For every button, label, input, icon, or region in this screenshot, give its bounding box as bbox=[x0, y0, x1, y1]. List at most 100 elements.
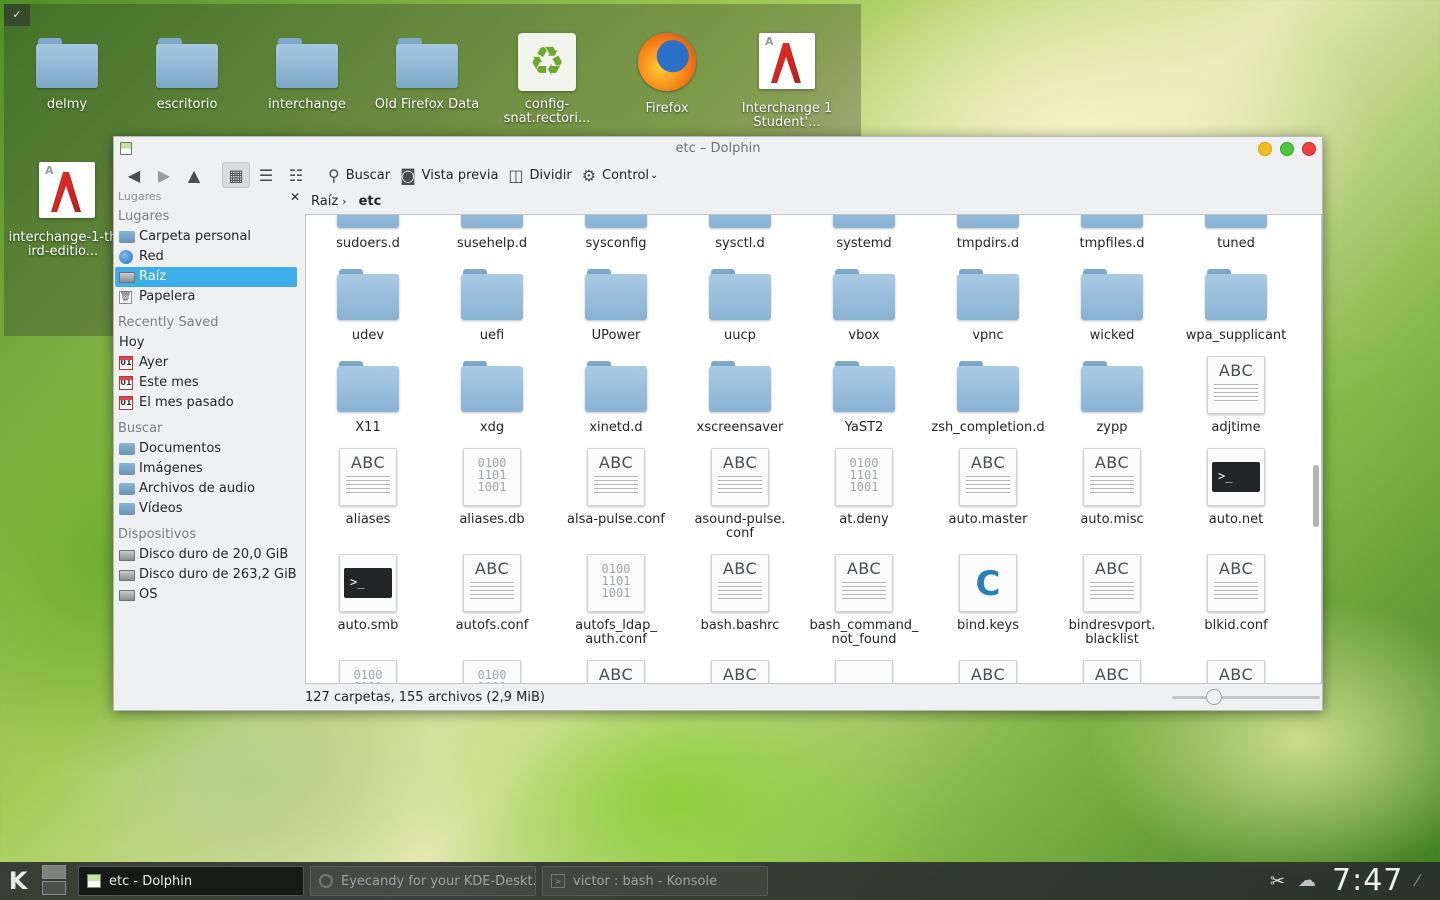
file-item[interactable]: Cbind.keys bbox=[926, 551, 1050, 657]
file-item[interactable]: 010011011001 bbox=[306, 657, 430, 683]
folder-item[interactable]: sysconfig bbox=[554, 215, 678, 261]
sidebar-item-audio[interactable]: Archivos de audio bbox=[115, 479, 297, 499]
folder-item[interactable]: zypp bbox=[1050, 353, 1174, 445]
clipboard-scissors-icon[interactable]: ✂ bbox=[1270, 871, 1285, 892]
file-item[interactable]: ABC bindresvport. blacklist bbox=[1050, 551, 1174, 657]
file-item[interactable]: 0100 1101 1001 at.deny bbox=[802, 445, 926, 551]
folder-item[interactable]: susehelp.d bbox=[430, 215, 554, 261]
desktop-icon-interchange-student[interactable]: A Interchange 1 Student'... bbox=[727, 33, 847, 130]
desktop-icon-config-snat[interactable]: ♻ config-snat.rectori... bbox=[487, 33, 607, 126]
desktop-icon-firefox[interactable]: Firefox bbox=[607, 33, 727, 116]
sidebar-item-home[interactable]: Carpeta personal bbox=[115, 227, 297, 247]
sidebar-item-disk-263[interactable]: Disco duro de 263,2 GiB bbox=[115, 565, 297, 585]
task-konsole[interactable]: > victor : bash - Konsole bbox=[542, 866, 768, 896]
file-item[interactable]: ABC auto.master bbox=[926, 445, 1050, 551]
icons-view-button[interactable]: ▦ bbox=[222, 162, 250, 188]
task-dolphin[interactable]: etc - Dolphin bbox=[78, 866, 304, 896]
minimize-button[interactable] bbox=[1258, 142, 1272, 156]
file-item[interactable] bbox=[802, 657, 926, 683]
vertical-scrollbar[interactable] bbox=[1313, 465, 1319, 527]
sidebar-item-today[interactable]: ◔Hoy bbox=[115, 333, 297, 353]
file-item[interactable]: ABC bbox=[1050, 657, 1174, 683]
sidebar-item-os[interactable]: OS bbox=[115, 585, 297, 605]
folder-item[interactable]: vbox bbox=[802, 261, 926, 353]
desktop-icon-delmy[interactable]: delmy bbox=[7, 36, 127, 112]
sidebar-item-yesterday[interactable]: 01 Ayer bbox=[115, 353, 297, 373]
folder-item[interactable]: sudoers.d bbox=[306, 215, 430, 261]
sidebar-item-videos[interactable]: Vídeos bbox=[115, 499, 297, 519]
file-item[interactable]: ABC bash.bashrc bbox=[678, 551, 802, 657]
file-item[interactable]: ABC autofs.conf bbox=[430, 551, 554, 657]
file-item[interactable]: 0100 1101 1001 aliases.db bbox=[430, 445, 554, 551]
desktop-icon-interchange[interactable]: interchange bbox=[247, 36, 367, 112]
file-item[interactable]: >_ auto.smb bbox=[306, 551, 430, 657]
dolphin-app-icon[interactable] bbox=[120, 142, 132, 155]
folder-item[interactable]: tuned bbox=[1174, 215, 1298, 261]
folder-item[interactable]: wicked bbox=[1050, 261, 1174, 353]
file-item[interactable]: ABC asound-pulse. conf bbox=[678, 445, 802, 551]
sidebar-item-last-month[interactable]: 01 El mes pasado bbox=[115, 393, 297, 413]
breadcrumb-root[interactable]: Raíz bbox=[307, 194, 342, 209]
folder-item[interactable]: wpa_supplicant bbox=[1174, 261, 1298, 353]
pager-desktop-1[interactable] bbox=[42, 865, 66, 879]
folder-item[interactable]: uefi bbox=[430, 261, 554, 353]
preview-button[interactable]: ◙ Vista previa bbox=[396, 162, 502, 188]
folder-item[interactable]: zsh_completion.d bbox=[926, 353, 1050, 445]
file-item[interactable]: ABC adjtime bbox=[1174, 353, 1298, 445]
folder-item[interactable]: xdg bbox=[430, 353, 554, 445]
file-item[interactable]: ABC bbox=[554, 657, 678, 683]
file-view[interactable]: sudoers.d susehelp.d sysconfig sysctl.d syst… bbox=[305, 214, 1322, 684]
file-item[interactable]: 0100 1101 1001 autofs_ldap_ auth.conf bbox=[554, 551, 678, 657]
back-button[interactable]: ◀ bbox=[120, 162, 148, 188]
task-browser[interactable]: Eyecandy for your KDE-Deskt... bbox=[310, 866, 536, 896]
file-item[interactable]: ABC bbox=[678, 657, 802, 683]
sidebar-item-root[interactable]: Raíz bbox=[115, 267, 297, 287]
folder-view-handle[interactable]: ✓ bbox=[4, 4, 30, 26]
pager-desktop-2[interactable] bbox=[42, 881, 66, 895]
folder-item[interactable]: YaST2 bbox=[802, 353, 926, 445]
folder-item[interactable]: tmpdirs.d bbox=[926, 215, 1050, 261]
file-item[interactable]: ABC alsa-pulse.conf bbox=[554, 445, 678, 551]
folder-item[interactable]: vpnc bbox=[926, 261, 1050, 353]
file-item[interactable]: ABC blkid.conf bbox=[1174, 551, 1298, 657]
desktop-icon-old-firefox-data[interactable]: Old Firefox Data bbox=[367, 36, 487, 112]
desktop-pager[interactable] bbox=[42, 865, 68, 897]
control-menu-button[interactable]: ⚙ Control ⌄ bbox=[578, 162, 663, 188]
zoom-slider-handle[interactable] bbox=[1206, 689, 1222, 705]
panel-tool-icon[interactable]: ⁄ bbox=[1416, 871, 1419, 890]
file-item[interactable]: ABC aliases bbox=[306, 445, 430, 551]
sidebar-item-documents[interactable]: Documentos bbox=[115, 439, 297, 459]
folder-item[interactable]: xscreensaver bbox=[678, 353, 802, 445]
sidebar-item-trash[interactable]: 🗑 Papelera bbox=[115, 287, 297, 307]
file-item[interactable]: ABC bbox=[1174, 657, 1298, 683]
folder-item[interactable]: systemd bbox=[802, 215, 926, 261]
forward-button[interactable]: ▶ bbox=[150, 162, 178, 188]
file-item[interactable]: >_ auto.net bbox=[1174, 445, 1298, 551]
folder-item[interactable]: udev bbox=[306, 261, 430, 353]
folder-item[interactable]: sysctl.d bbox=[678, 215, 802, 261]
sidebar-item-network[interactable]: Red bbox=[115, 247, 297, 267]
chevron-right-icon[interactable]: › bbox=[342, 195, 346, 208]
details-view-button[interactable]: ☷ bbox=[282, 162, 310, 188]
cloud-icon[interactable]: ☁ bbox=[1298, 870, 1316, 891]
folder-item[interactable]: uucp bbox=[678, 261, 802, 353]
desktop-icon-escritorio[interactable]: escritorio bbox=[127, 36, 247, 112]
file-item[interactable]: ABC bbox=[926, 657, 1050, 683]
desktop-icon-interchange-third-edition[interactable]: A interchange-1-third-editio... bbox=[7, 162, 127, 259]
breadcrumb-etc[interactable]: etc bbox=[355, 194, 386, 209]
file-item[interactable]: 010011011001 bbox=[430, 657, 554, 683]
folder-item[interactable]: xinetd.d bbox=[554, 353, 678, 445]
compact-view-button[interactable]: ☰ bbox=[252, 162, 280, 188]
close-button[interactable] bbox=[1302, 142, 1316, 156]
folder-item[interactable]: X11 bbox=[306, 353, 430, 445]
clock[interactable]: 7:47 bbox=[1332, 863, 1403, 898]
folder-item[interactable]: tmpfiles.d bbox=[1050, 215, 1174, 261]
file-item[interactable]: ABC auto.misc bbox=[1050, 445, 1174, 551]
zoom-slider[interactable] bbox=[1172, 696, 1320, 699]
kde-menu-icon[interactable]: K bbox=[3, 866, 33, 896]
up-button[interactable]: ▲ bbox=[180, 162, 208, 188]
sidebar-item-this-month[interactable]: 01 Este mes bbox=[115, 373, 297, 393]
maximize-button[interactable] bbox=[1280, 142, 1294, 156]
sidebar-item-images[interactable]: Imágenes bbox=[115, 459, 297, 479]
close-icon[interactable]: ✕ bbox=[290, 189, 300, 205]
